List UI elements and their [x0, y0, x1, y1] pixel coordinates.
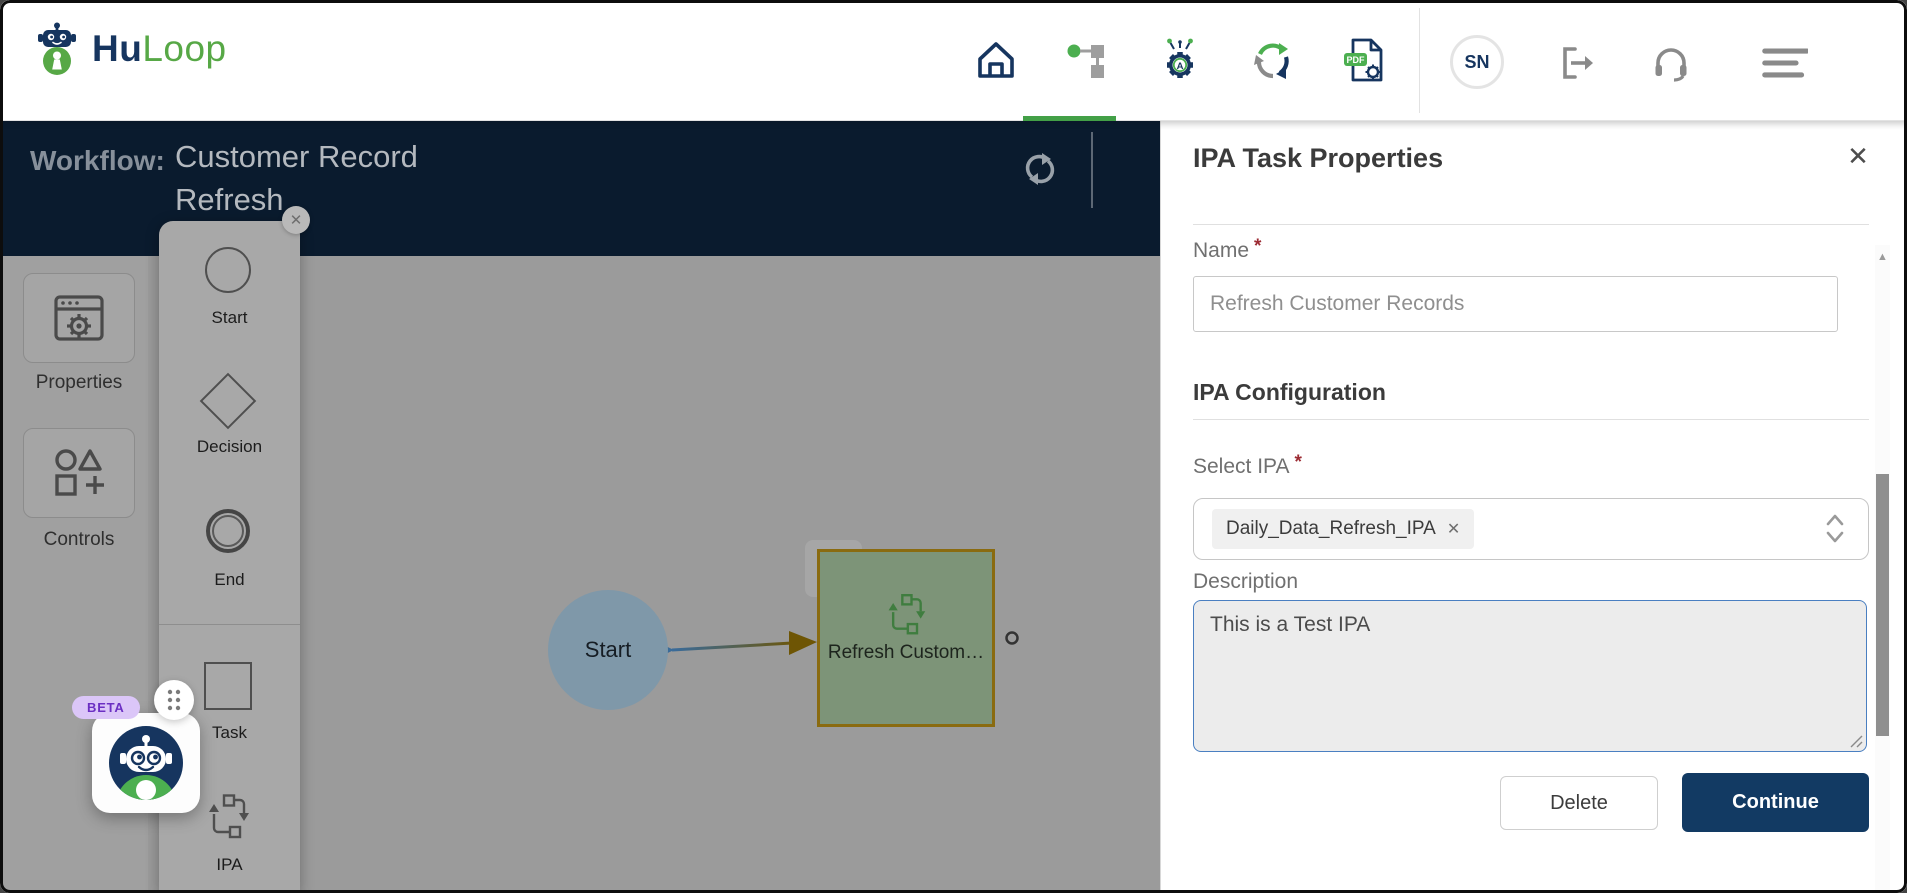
brand-loop: Loop — [142, 28, 226, 69]
svg-text:PDF: PDF — [1347, 55, 1366, 65]
palette-decision-label: Decision — [159, 437, 300, 457]
ipa-configuration-title: IPA Configuration — [1193, 379, 1386, 406]
delete-button[interactable]: Delete — [1500, 776, 1658, 830]
assistant-launcher[interactable] — [92, 713, 200, 813]
brand[interactable]: HuLoop — [34, 22, 227, 76]
refresh-icon — [1018, 147, 1062, 191]
menu-button[interactable] — [1762, 40, 1808, 86]
drag-handle-icon — [165, 688, 183, 712]
ipa-task-properties-panel: IPA Task Properties ✕ Name* IPA Configur… — [1160, 121, 1907, 893]
workflow-icon — [1065, 37, 1111, 83]
palette-ipa-shape[interactable] — [204, 792, 252, 840]
huloop-logo-icon — [34, 22, 80, 76]
workflow-label: Workflow: — [30, 145, 165, 177]
refresh-workflow-button[interactable] — [1018, 147, 1062, 191]
ipa-select[interactable]: Daily_Data_Refresh_IPA ✕ — [1193, 498, 1869, 560]
resize-handle-icon[interactable] — [1849, 734, 1863, 748]
assistant-drag-handle[interactable] — [154, 680, 194, 720]
support-button[interactable] — [1648, 40, 1694, 86]
chip-remove-button[interactable]: ✕ — [1447, 519, 1460, 539]
scroll-up-button[interactable]: ▲ — [1875, 251, 1890, 263]
required-asterisk: * — [1295, 452, 1302, 473]
close-icon: ✕ — [1847, 141, 1869, 172]
palette-divider — [159, 624, 300, 625]
logout-icon — [1556, 42, 1598, 84]
palette-start-label: Start — [159, 308, 300, 328]
beta-badge: BETA — [72, 696, 140, 719]
name-label: Name* — [1193, 239, 1261, 263]
nav-document-processing-button[interactable]: PDF — [1318, 0, 1410, 120]
description-label: Description — [1193, 570, 1298, 594]
panel-title: IPA Task Properties — [1193, 143, 1443, 174]
palette-end-shape[interactable] — [206, 509, 250, 553]
task-node-label: Refresh Custom… — [828, 642, 984, 664]
select-stepper-icon[interactable] — [1824, 513, 1846, 545]
required-asterisk: * — [1254, 236, 1261, 257]
brand-text: HuLoop — [92, 28, 227, 70]
properties-icon — [51, 292, 107, 344]
robot-avatar — [107, 724, 185, 802]
workflow-name: Customer Record Refresh — [175, 135, 520, 221]
section-divider — [1193, 419, 1869, 420]
nav-home-button[interactable] — [950, 0, 1042, 120]
start-node[interactable]: Start — [548, 590, 668, 710]
pdf-settings-icon: PDF — [1340, 36, 1388, 84]
chip-label: Daily_Data_Refresh_IPA — [1226, 518, 1436, 540]
connection-port[interactable] — [1007, 633, 1018, 644]
hamburger-menu-icon — [1762, 45, 1808, 81]
navbar-divider — [1419, 8, 1420, 113]
palette-start-shape[interactable] — [205, 247, 251, 293]
continue-button[interactable]: Continue — [1682, 773, 1869, 832]
name-input[interactable] — [1193, 276, 1838, 332]
palette-ipa-label: IPA — [159, 855, 300, 875]
home-icon — [973, 37, 1019, 83]
active-tab-indicator — [1023, 116, 1116, 121]
scrollbar-thumb[interactable] — [1876, 474, 1889, 736]
ipa-loop-icon — [884, 592, 928, 636]
selected-ipa-chip: Daily_Data_Refresh_IPA ✕ — [1212, 509, 1474, 549]
logout-button[interactable] — [1554, 40, 1600, 86]
sidebar-item-controls[interactable] — [23, 428, 135, 518]
start-node-label: Start — [585, 637, 631, 663]
user-avatar[interactable]: SN — [1450, 35, 1504, 89]
sidebar-item-controls-label: Controls — [0, 529, 158, 551]
description-textarea[interactable]: This is a Test IPA — [1193, 600, 1867, 752]
panel-scrollbar[interactable]: ▲ ▼ — [1875, 245, 1890, 893]
sidebar-item-properties-label: Properties — [0, 372, 158, 394]
close-icon: ✕ — [290, 211, 303, 229]
sync-icon — [1249, 37, 1295, 83]
nav-sync-button[interactable] — [1226, 0, 1318, 120]
workflow-canvas[interactable]: Workflow: Customer Record Refresh — [0, 121, 1160, 893]
panel-divider — [1193, 224, 1869, 225]
sidebar-item-properties[interactable] — [23, 273, 135, 363]
top-navbar: HuLoop — [0, 0, 1907, 121]
edge-end-arrow — [789, 631, 817, 655]
description-field-wrap: This is a Test IPA — [1193, 600, 1867, 752]
ipa-task-node[interactable]: Refresh Custom… — [817, 549, 995, 727]
header-divider — [1091, 132, 1093, 208]
close-panel-button[interactable]: ✕ — [1841, 139, 1875, 173]
brand-hu: Hu — [92, 28, 142, 69]
automation-gear-icon: A — [1156, 36, 1204, 84]
nav-workflows-button[interactable] — [1042, 0, 1134, 120]
palette-task-shape[interactable] — [204, 662, 252, 710]
select-ipa-label: Select IPA* — [1193, 455, 1302, 479]
palette-end-label: End — [159, 570, 300, 590]
close-palette-button[interactable]: ✕ — [282, 206, 310, 234]
controls-icon — [51, 447, 107, 499]
headset-icon — [1650, 42, 1692, 84]
svg-text:A: A — [1177, 61, 1184, 72]
app-window: Workflow: Customer Record Refresh — [0, 0, 1907, 893]
nav-automation-button[interactable]: A — [1134, 0, 1226, 120]
palette-decision-shape[interactable] — [200, 373, 257, 430]
